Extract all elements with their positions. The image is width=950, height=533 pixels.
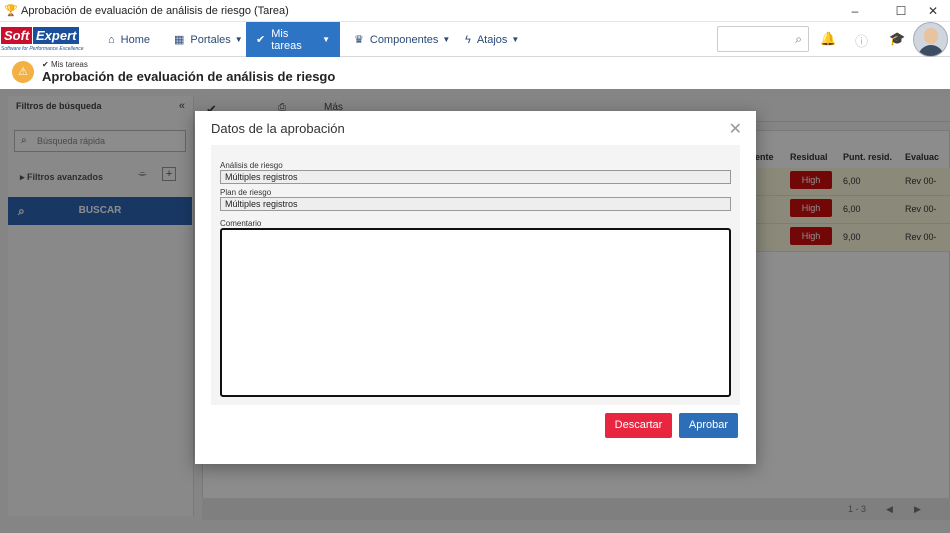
approval-dialog: Datos de la aprobación ✕ Análisis de rie… (195, 111, 756, 464)
risk-analysis-field: Múltiples registros (220, 170, 731, 184)
dialog-title: Datos de la aprobación (211, 121, 345, 136)
window-titlebar: 🏆 Aprobación de evaluación de análisis d… (0, 0, 950, 22)
caret-down-icon: ▼ (234, 35, 243, 44)
user-avatar[interactable] (913, 22, 948, 57)
risk-plan-label: Plan de riesgo (220, 188, 272, 197)
risk-analysis-label: Análisis de riesgo (220, 161, 283, 170)
help-icon[interactable]: ⓘ (855, 31, 868, 50)
close-dialog-icon[interactable]: ✕ (729, 119, 742, 139)
grid-icon: ▦ (174, 34, 185, 46)
nav-componentes[interactable]: ♛ Componentes ▼ (344, 22, 460, 57)
trophy-icon: 🏆 (4, 4, 18, 17)
nav-home[interactable]: ⌂ Home (98, 22, 160, 57)
window-title: Aprobación de evaluación de análisis de … (21, 4, 289, 17)
dialog-body: Análisis de riesgo Múltiples registros P… (211, 145, 740, 405)
softexpert-logo[interactable]: Soft Expert Software for Performance Exc… (1, 27, 91, 53)
minimize-button[interactable]: – (838, 0, 872, 22)
bolt-icon: ϟ (465, 33, 471, 46)
page-title: Aprobación de evaluación de análisis de … (42, 69, 336, 84)
nav-portales[interactable]: ▦ Portales ▼ (164, 22, 253, 57)
graduation-cap-icon[interactable]: 🎓 (889, 31, 905, 47)
trophy-icon: ♛ (354, 34, 364, 46)
discard-button[interactable]: Descartar (605, 413, 672, 438)
caret-down-icon: ▼ (511, 35, 520, 44)
close-window-button[interactable]: ✕ (916, 0, 950, 22)
search-icon[interactable]: ⌕ (795, 32, 802, 47)
caret-down-icon: ▼ (322, 35, 330, 44)
home-icon: ⌂ (108, 33, 115, 46)
page-header: ⚠ ✔ Mis tareas Aprobación de evaluación … (0, 57, 950, 89)
top-navbar: Soft Expert Software for Performance Exc… (0, 22, 950, 57)
caret-down-icon: ▼ (442, 35, 451, 44)
approve-button[interactable]: Aprobar (679, 413, 738, 438)
maximize-button[interactable]: ☐ (884, 0, 918, 22)
comment-label: Comentario (220, 219, 262, 228)
risk-plan-field: Múltiples registros (220, 197, 731, 211)
check-icon: ✔ (256, 34, 266, 46)
comment-textarea[interactable] (220, 228, 731, 397)
warning-icon: ⚠ (12, 61, 34, 83)
bell-icon[interactable]: 🔔 (820, 31, 836, 47)
breadcrumb[interactable]: ✔ Mis tareas (42, 60, 88, 69)
nav-mis-tareas[interactable]: ✔ Mis tareas ▼ (246, 22, 340, 57)
nav-atajos[interactable]: ϟ Atajos ▼ (455, 22, 529, 57)
nav-search-input[interactable]: ⌕ (717, 26, 809, 52)
